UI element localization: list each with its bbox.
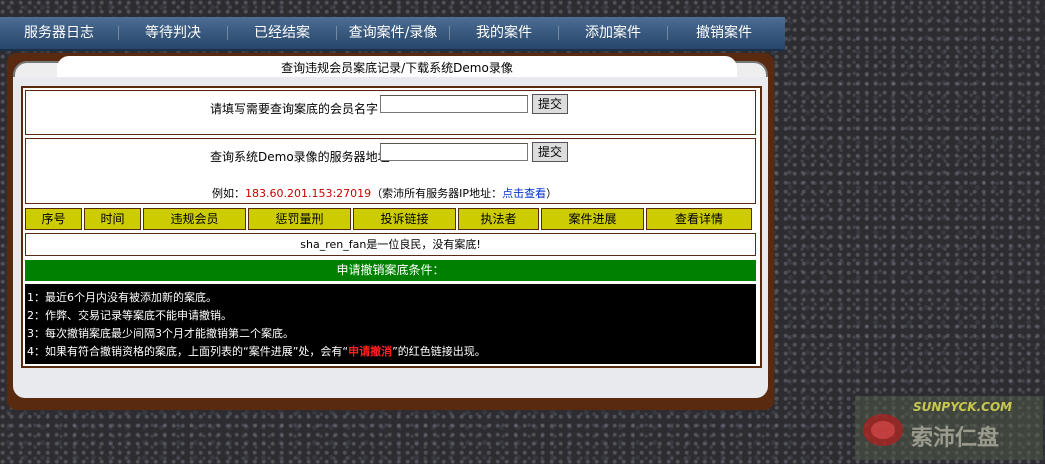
server-list-link[interactable]: 点击查看: [502, 187, 546, 200]
nav-separator: [667, 26, 668, 40]
panel-inner: 请填写需要查询案底的会员名字 提交 查询系统Demo录像的服务器地址 提交 例如…: [13, 77, 768, 398]
nav-separator: [449, 26, 450, 40]
condition-line-4: 4：如果有符合撤销资格的案底，上面列表的“案件进展”处，会有“申请撤消”的红色链…: [27, 343, 486, 359]
nav-separator: [336, 26, 337, 40]
content-panel: 查询违规会员案底记录/下载系统Demo录像 请填写需要查询案底的会员名字 提交 …: [7, 53, 774, 410]
empty-result-row: sha_ren_fan是一位良民，没有案底!: [25, 233, 756, 256]
col-header-progress: 案件进展: [541, 208, 644, 230]
case-table-header: 序号 时间 违规会员 惩罚量刑 投诉链接 执法者 案件进展 查看详情: [25, 208, 752, 230]
nav-pending-judgment[interactable]: 等待判决: [119, 17, 227, 49]
member-query-row: 请填写需要查询案底的会员名字 提交: [25, 90, 756, 135]
server-address-input[interactable]: [380, 143, 528, 161]
nav-separator: [227, 26, 228, 40]
server-query-row: 查询系统Demo录像的服务器地址 提交 例如：183.60.201.153:27…: [25, 138, 756, 204]
condition-line-1: 1：最近6个月内没有被添加新的案底。: [27, 291, 217, 304]
server-query-label: 查询系统Demo录像的服务器地址: [210, 150, 390, 164]
example-suffix: （索沛所有服务器IP地址：: [371, 187, 503, 200]
server-submit-button[interactable]: 提交: [532, 142, 568, 162]
condition-line-3: 3：每次撤销案底最少间隔3个月才能撤销第二个案底。: [27, 327, 294, 340]
logo-text-top: SUNPYCK.COM: [913, 400, 1013, 414]
example-ip: 183.60.201.153:27019: [245, 187, 372, 200]
condition-4-prefix: 4：如果有符合撤销资格的案底，上面列表的“案件进展”处，会有“: [27, 345, 349, 358]
col-header-complaint-link: 投诉链接: [353, 208, 456, 230]
site-logo: SUNPYCK.COM 索沛仁盘: [855, 396, 1043, 460]
col-header-penalty: 惩罚量刑: [248, 208, 351, 230]
col-header-enforcer: 执法者: [458, 208, 539, 230]
example-prefix: 例如：: [212, 187, 245, 200]
server-example-line: 例如：183.60.201.153:27019（索沛所有服务器IP地址：点击查看…: [212, 185, 557, 201]
top-nav-bar: 服务器日志 等待判决 已经结案 查询案件/录像 我的案件 添加案件 撤销案件: [0, 17, 785, 51]
revoke-conditions-title: 申请撤销案底条件：: [25, 260, 756, 281]
revoke-highlight: 申请撤消: [348, 345, 393, 358]
col-header-index: 序号: [25, 208, 82, 230]
nav-query-cases[interactable]: 查询案件/录像: [337, 17, 449, 49]
nav-separator: [118, 26, 119, 40]
col-header-details: 查看详情: [646, 208, 752, 230]
nav-closed-cases[interactable]: 已经结案: [228, 17, 336, 49]
nav-separator: [558, 26, 559, 40]
nav-add-case[interactable]: 添加案件: [559, 17, 667, 49]
col-header-time: 时间: [84, 208, 141, 230]
logo-text-bottom: 索沛仁盘: [911, 426, 1000, 451]
nav-my-cases[interactable]: 我的案件: [450, 17, 558, 49]
member-submit-button[interactable]: 提交: [532, 94, 568, 114]
condition-4-suffix: ”的红色链接出现。: [392, 345, 486, 358]
col-header-member: 违规会员: [143, 208, 246, 230]
member-query-label: 请填写需要查询案底的会员名字: [210, 102, 379, 116]
nav-server-log[interactable]: 服务器日志: [0, 17, 118, 49]
revoke-conditions-box: 1：最近6个月内没有被添加新的案底。 2：作弊、交易记录等案底不能申请撤销。 3…: [25, 284, 756, 364]
query-frame: 请填写需要查询案底的会员名字 提交 查询系统Demo录像的服务器地址 提交 例如…: [21, 86, 762, 368]
member-name-input[interactable]: [380, 95, 528, 113]
example-end: ）: [546, 187, 558, 200]
condition-line-2: 2：作弊、交易记录等案底不能申请撤销。: [27, 309, 232, 322]
nav-revoke-case[interactable]: 撤销案件: [668, 17, 780, 49]
